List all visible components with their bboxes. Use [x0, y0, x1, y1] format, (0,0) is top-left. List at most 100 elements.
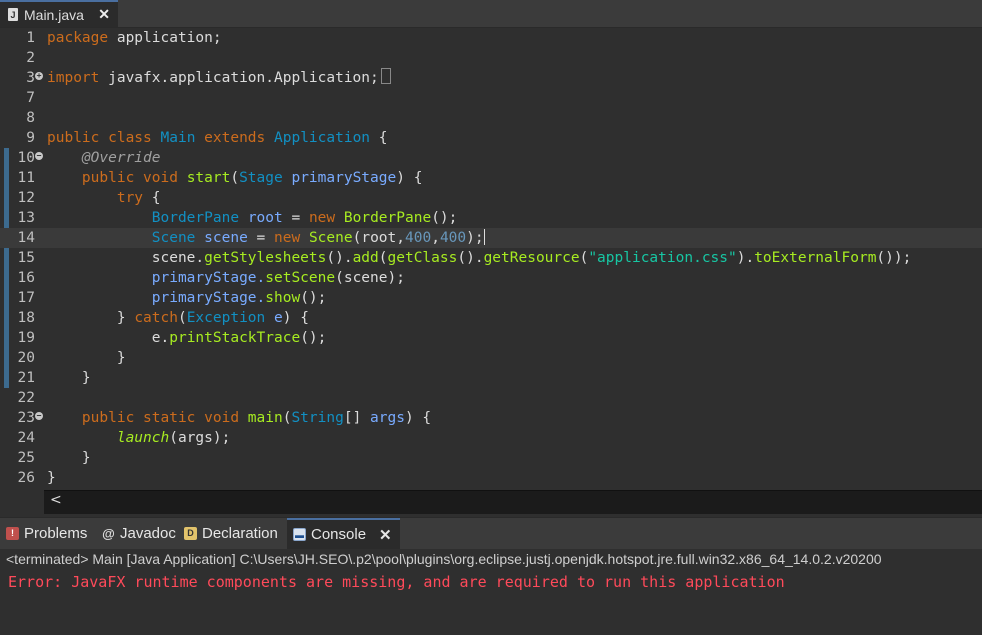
method-name: Scene: [308, 230, 353, 246]
keyword: public class: [47, 130, 152, 146]
code-line[interactable]: 17 primaryStage.show();: [0, 288, 982, 308]
tab-declaration[interactable]: D Declaration: [184, 518, 278, 549]
code-text: ) {: [396, 170, 423, 186]
line-number: 21: [17, 370, 35, 386]
variable: primaryStage.: [151, 270, 266, 286]
number-literal: 400: [405, 230, 432, 246]
variable: primaryStage: [291, 170, 397, 186]
code-line[interactable]: 7: [0, 88, 982, 108]
tab-problems[interactable]: ! Problems: [6, 518, 87, 549]
code-line[interactable]: 25 }: [0, 448, 982, 468]
code-text: (scene);: [335, 270, 405, 286]
code-line[interactable]: 20 }: [0, 348, 982, 368]
code-line[interactable]: 3 + import javafx.application.Application;: [0, 68, 982, 88]
line-number: 9: [26, 130, 35, 146]
tab-javadoc[interactable]: @ Javadoc: [102, 518, 176, 549]
code-text: );: [466, 230, 484, 246]
code-line[interactable]: 12 try {: [0, 188, 982, 208]
line-number: 12: [17, 190, 35, 206]
code-line[interactable]: 22: [0, 388, 982, 408]
class-name: Main: [160, 130, 196, 146]
line-number: 2: [26, 50, 35, 66]
code-line[interactable]: 8: [0, 108, 982, 128]
code-line[interactable]: 18 } catch(Exception e) {: [0, 308, 982, 328]
code-line[interactable]: 2: [0, 48, 982, 68]
line-number: 11: [17, 170, 35, 186]
keyword: package: [47, 30, 109, 46]
code-text: }: [81, 370, 91, 386]
method-name: setScene: [265, 270, 336, 286]
console-view[interactable]: <terminated> Main [Java Application] C:\…: [0, 549, 982, 635]
code-text: ();: [431, 210, 458, 226]
horizontal-scrollbar[interactable]: <: [44, 490, 982, 514]
tab-label: Javadoc: [120, 525, 176, 542]
code-text: ().: [326, 250, 353, 266]
code-text: (: [378, 250, 388, 266]
line-number: 25: [17, 450, 35, 466]
line-number: 18: [17, 310, 35, 326]
tab-label: Main.java: [24, 6, 84, 23]
method-name: add: [352, 250, 379, 266]
code-text: scene.: [151, 250, 205, 266]
tab-label: Declaration: [202, 525, 278, 542]
declaration-icon: D: [184, 527, 197, 540]
keyword: public void: [81, 170, 178, 186]
keyword: public static void: [81, 410, 240, 426]
scroll-left-icon[interactable]: <: [50, 492, 62, 508]
code-text: =: [282, 210, 309, 226]
code-line[interactable]: 19 e.printStackTrace();: [0, 328, 982, 348]
code-line[interactable]: 13 BorderPane root = new BorderPane();: [0, 208, 982, 228]
code-line[interactable]: 11 public void start(Stage primaryStage)…: [0, 168, 982, 188]
line-number: 13: [17, 210, 35, 226]
code-text: ());: [876, 250, 912, 266]
annotation: @Override: [81, 150, 161, 166]
line-number: 24: [17, 430, 35, 446]
code-text: application;: [108, 30, 222, 46]
fold-expand-icon[interactable]: +: [35, 72, 43, 80]
method-name: getClass: [387, 250, 458, 266]
code-text: }: [47, 470, 56, 486]
line-number: 8: [26, 110, 35, 126]
code-line[interactable]: 26}: [0, 468, 982, 488]
method-name: getStylesheets: [204, 250, 327, 266]
console-icon: ▬: [293, 528, 306, 541]
code-line[interactable]: 16 primaryStage.setScene(scene);: [0, 268, 982, 288]
line-number: 1: [26, 30, 35, 46]
code-line-current[interactable]: 14 Scene scene = new Scene(root,400,400)…: [0, 228, 982, 248]
code-text: ).: [736, 250, 755, 266]
variable: e: [274, 310, 283, 326]
type-name: Scene: [151, 230, 196, 246]
line-number: 14: [17, 230, 35, 246]
code-text: }: [116, 350, 126, 366]
fold-collapse-icon[interactable]: −: [35, 412, 43, 420]
tab-console[interactable]: ▬ Console ✕: [287, 518, 400, 549]
code-editor[interactable]: 1 package application; 2 3 + import javafx.…: [0, 28, 982, 490]
code-line[interactable]: 9 public class Main extends Application {: [0, 128, 982, 148]
code-line[interactable]: 23− public static void main(String[] arg…: [0, 408, 982, 428]
java-file-icon: J: [8, 8, 18, 21]
type-name: String: [291, 410, 344, 426]
code-text: =: [247, 230, 275, 246]
code-text: e.: [151, 330, 170, 346]
keyword: new: [308, 210, 336, 226]
code-line[interactable]: 21 }: [0, 368, 982, 388]
line-number: 16: [17, 270, 35, 286]
folded-block-icon[interactable]: [380, 68, 391, 84]
line-number: 26: [17, 470, 35, 486]
fold-collapse-icon[interactable]: −: [35, 152, 43, 160]
tab-main-java[interactable]: J Main.java ✕: [0, 0, 118, 27]
close-icon[interactable]: ✕: [379, 526, 392, 544]
code-line[interactable]: 15 scene.getStylesheets().add(getClass()…: [0, 248, 982, 268]
code-text: ().: [457, 250, 484, 266]
editor-tab-bar: J Main.java ✕: [0, 0, 982, 28]
code-line[interactable]: 24 launch(args);: [0, 428, 982, 448]
method-name: toExternalForm: [754, 250, 877, 266]
code-line[interactable]: 1 package application;: [0, 28, 982, 48]
code-text: ();: [300, 290, 327, 306]
tab-label: Console: [311, 526, 367, 543]
code-text: }: [116, 310, 135, 326]
close-icon[interactable]: ✕: [98, 6, 110, 23]
method-name: main: [247, 410, 283, 426]
code-line[interactable]: 10− @Override: [0, 148, 982, 168]
variable: primaryStage.: [151, 290, 266, 306]
